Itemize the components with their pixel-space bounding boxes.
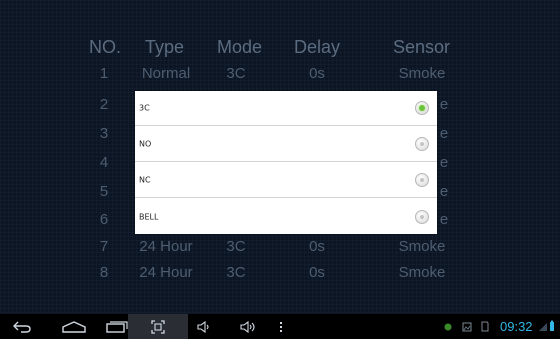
recent-apps-icon <box>106 320 128 333</box>
screenshot-icon <box>151 319 165 334</box>
menu-button[interactable] <box>276 314 286 339</box>
cell-sensor: e <box>439 125 449 142</box>
cell-type: 24 Hour <box>139 238 193 255</box>
cell-sensor: e <box>439 96 449 113</box>
radio-unselected-icon[interactable] <box>415 173 429 187</box>
home-button[interactable] <box>60 314 88 339</box>
option-no[interactable]: NO <box>135 127 437 162</box>
system-navigation-bar: 09:32 <box>0 314 560 339</box>
volume-up-icon <box>240 320 255 333</box>
header-sensor: Sensor <box>393 37 451 57</box>
volume-down-icon <box>197 320 209 333</box>
option-bell[interactable]: BELL <box>135 199 437 234</box>
sd-card-icon <box>481 321 489 332</box>
cell-sensor: Smoke <box>398 65 446 82</box>
option-label: BELL <box>139 212 159 221</box>
status-clock: 09:32 <box>500 319 533 334</box>
image-icon <box>462 322 472 332</box>
back-button[interactable] <box>10 314 34 339</box>
radio-unselected-icon[interactable] <box>415 209 429 224</box>
option-label: NO <box>139 139 152 149</box>
cell-no: 4 <box>99 154 109 171</box>
cell-no: 8 <box>99 264 109 281</box>
radio-unselected-icon[interactable] <box>415 137 429 151</box>
cell-delay: 0s <box>309 264 325 281</box>
cell-sensor: e <box>439 183 449 200</box>
volume-up-button[interactable] <box>238 314 260 339</box>
cell-sensor: Smoke <box>398 264 446 281</box>
cell-no: 7 <box>99 238 109 255</box>
radio-selected-icon[interactable] <box>415 101 429 115</box>
cell-sensor: e <box>439 154 449 171</box>
screen: NO. Type Mode Delay Sensor 1 Normal 3C 0s Sm… <box>0 0 560 314</box>
cell-delay: 0s <box>309 65 325 82</box>
cell-type: 24 Hour <box>139 264 193 281</box>
back-icon <box>13 321 31 333</box>
cell-no: 3 <box>99 125 109 142</box>
header-no: NO. <box>89 37 122 57</box>
cell-type: Normal <box>141 65 191 82</box>
screenshot-button[interactable] <box>128 314 188 339</box>
cell-mode: 3C <box>226 65 246 82</box>
header-type: Type <box>145 37 185 57</box>
cell-sensor: e <box>439 211 449 228</box>
wifi-icon <box>539 323 547 331</box>
menu-icon <box>280 321 282 332</box>
cell-no: 6 <box>99 211 109 228</box>
cell-sensor: Smoke <box>398 238 446 255</box>
cell-delay: 0s <box>309 238 325 255</box>
option-3c[interactable]: 3C <box>135 91 437 126</box>
cell-no: 5 <box>99 183 109 200</box>
cell-mode: 3C <box>226 238 246 255</box>
cell-no: 2 <box>99 96 109 113</box>
header-delay: Delay <box>294 37 341 57</box>
battery-icon <box>550 320 554 331</box>
home-icon <box>62 320 86 333</box>
cell-no: 1 <box>99 65 109 82</box>
volume-down-button[interactable] <box>195 314 213 339</box>
cell-mode: 3C <box>226 264 246 281</box>
mode-select-dialog: 3C NO NC BELL <box>135 91 437 234</box>
recent-apps-button[interactable] <box>104 314 130 339</box>
notification-dot-icon <box>444 323 452 331</box>
header-mode: Mode <box>217 37 263 57</box>
option-nc[interactable]: NC <box>135 163 437 198</box>
option-label: 3C <box>139 103 150 113</box>
option-label: NC <box>139 175 151 185</box>
